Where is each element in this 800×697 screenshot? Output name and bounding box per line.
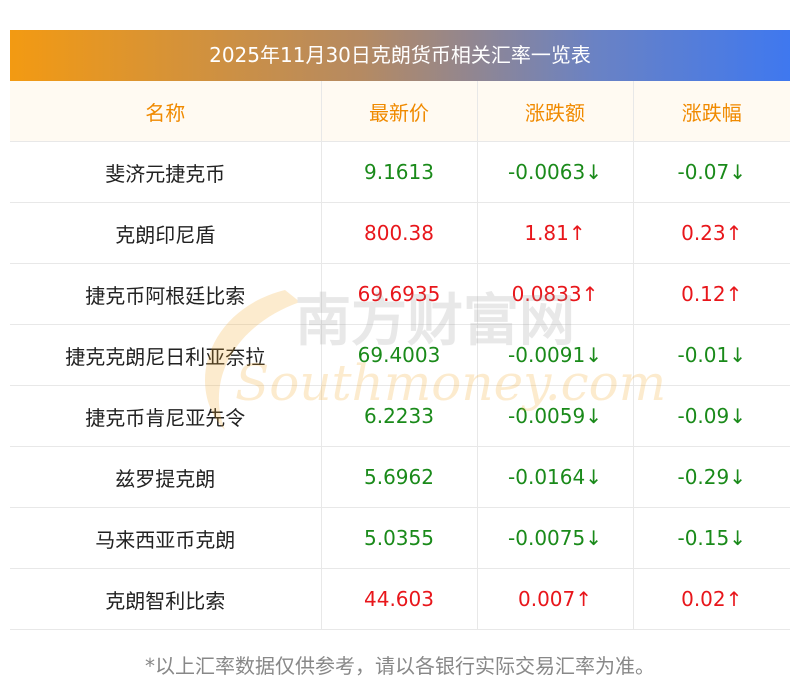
header-name: 名称: [10, 81, 322, 142]
rate-table: 名称 最新价 涨跌额 涨跌幅 斐济元捷克币 9.1613 -0.0063↓ -0.07…: [10, 81, 790, 630]
currency-pair-name: 捷克币阿根廷比索: [10, 263, 322, 325]
currency-pair-name: 克朗智利比索: [10, 568, 322, 630]
change-percent: 0.12↑: [633, 263, 790, 325]
change-amount: -0.0063↓: [477, 141, 634, 203]
table-row: 捷克币肯尼亚先令 6.2233 -0.0059↓ -0.09↓: [10, 385, 790, 447]
table-row: 马来西亚币克朗 5.0355 -0.0075↓ -0.15↓: [10, 507, 790, 569]
change-amount: 1.81↑: [477, 202, 634, 264]
change-percent: 0.02↑: [633, 568, 790, 630]
change-amount: -0.0091↓: [477, 324, 634, 386]
currency-pair-name: 兹罗提克朗: [10, 446, 322, 508]
table-body: 斐济元捷克币 9.1613 -0.0063↓ -0.07↓ 克朗印尼盾 800.38 1.8…: [10, 141, 790, 630]
footnote: *以上汇率数据仅供参考，请以各银行实际交易汇率为准。: [145, 654, 655, 678]
change-amount: -0.0059↓: [477, 385, 634, 447]
currency-pair-name: 马来西亚币克朗: [10, 507, 322, 569]
latest-price: 5.6962: [321, 446, 478, 508]
change-percent: -0.07↓: [633, 141, 790, 203]
table-row: 捷克币阿根廷比索 69.6935 0.0833↑ 0.12↑: [10, 263, 790, 325]
change-percent: -0.15↓: [633, 507, 790, 569]
latest-price: 800.38: [321, 202, 478, 264]
table-row: 克朗智利比索 44.603 0.007↑ 0.02↑: [10, 568, 790, 630]
change-percent: 0.23↑: [633, 202, 790, 264]
header-price: 最新价: [321, 81, 478, 142]
currency-pair-name: 捷克币肯尼亚先令: [10, 385, 322, 447]
change-amount: 0.007↑: [477, 568, 634, 630]
latest-price: 5.0355: [321, 507, 478, 569]
currency-pair-name: 捷克克朗尼日利亚奈拉: [10, 324, 322, 386]
change-amount: 0.0833↑: [477, 263, 634, 325]
table-row: 兹罗提克朗 5.6962 -0.0164↓ -0.29↓: [10, 446, 790, 508]
header-change: 涨跌额: [477, 81, 634, 142]
change-percent: -0.01↓: [633, 324, 790, 386]
table-row: 捷克克朗尼日利亚奈拉 69.4003 -0.0091↓ -0.01↓: [10, 324, 790, 386]
latest-price: 44.603: [321, 568, 478, 630]
table-row: 克朗印尼盾 800.38 1.81↑ 0.23↑: [10, 202, 790, 264]
table-title: 2025年11月30日克朗货币相关汇率一览表: [10, 30, 790, 81]
change-amount: -0.0164↓: [477, 446, 634, 508]
change-amount: -0.0075↓: [477, 507, 634, 569]
latest-price: 9.1613: [321, 141, 478, 203]
latest-price: 69.4003: [321, 324, 478, 386]
latest-price: 69.6935: [321, 263, 478, 325]
table-header-row: 名称 最新价 涨跌额 涨跌幅: [10, 81, 790, 142]
header-change-pct: 涨跌幅: [681, 100, 742, 125]
currency-pair-name: 斐济元捷克币: [10, 141, 322, 203]
change-percent: -0.09↓: [633, 385, 790, 447]
rate-table-container: 2025年11月30日克朗货币相关汇率一览表 名称 最新价 涨跌额 涨跌幅 斐济…: [10, 30, 790, 630]
table-row: 斐济元捷克币 9.1613 -0.0063↓ -0.07↓: [10, 141, 790, 203]
change-percent: -0.29↓: [633, 446, 790, 508]
latest-price: 6.2233: [321, 385, 478, 447]
currency-pair-name: 克朗印尼盾: [10, 202, 322, 264]
